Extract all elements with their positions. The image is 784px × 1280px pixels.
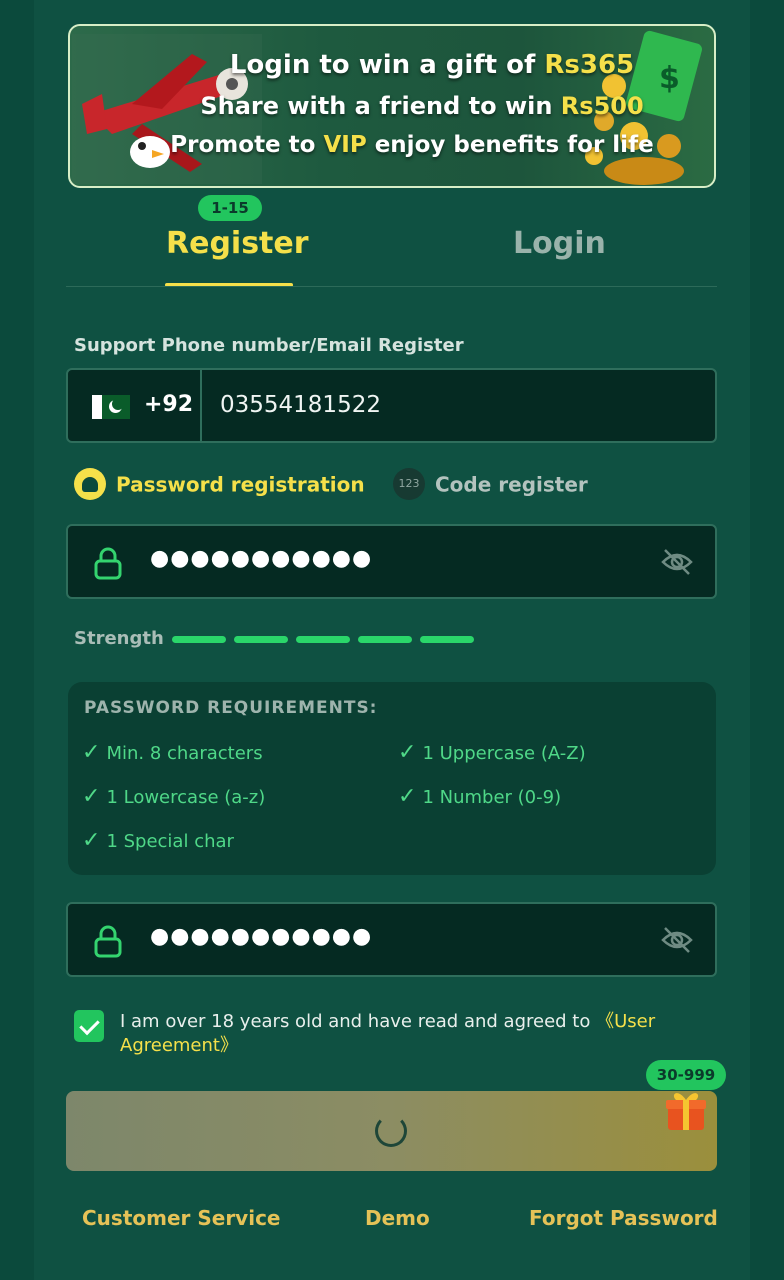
code-register-option[interactable]: 123 Code register — [393, 468, 588, 502]
strength-bar-segment — [234, 636, 288, 643]
requirements-title: PASSWORD REQUIREMENTS: — [84, 698, 378, 718]
demo-link[interactable]: Demo — [365, 1206, 430, 1230]
lock-icon — [94, 547, 122, 580]
confirm-password-field[interactable]: ●●●●●●●●●●● — [66, 902, 717, 977]
phone-field-label: Support Phone number/Email Register — [74, 335, 464, 356]
strength-bar-segment — [358, 636, 412, 643]
country-code: +92 — [144, 392, 194, 417]
password-registration-option[interactable]: Password registration — [74, 468, 365, 502]
agreement-checkbox[interactable] — [74, 1010, 104, 1042]
eye-off-icon[interactable] — [661, 548, 693, 576]
password-requirements-panel: PASSWORD REQUIREMENTS: ✓ Min. 8 character… — [68, 682, 716, 875]
lock-icon — [74, 468, 106, 500]
password-value: ●●●●●●●●●●● — [150, 546, 373, 571]
loading-spinner-icon — [375, 1115, 407, 1147]
requirement-min-chars: ✓ Min. 8 characters — [82, 740, 263, 765]
forgot-password-link[interactable]: Forgot Password — [529, 1206, 718, 1230]
banner-line-vip: Promote to VIP enjoy benefits for life — [170, 132, 654, 158]
pakistan-flag-icon — [92, 395, 130, 419]
password-field[interactable]: ●●●●●●●●●●● — [66, 524, 717, 599]
strength-bar-segment — [420, 636, 474, 643]
tab-register[interactable]: Register — [166, 226, 309, 261]
strength-label: Strength — [74, 628, 164, 649]
phone-field: +92 03554181522 — [66, 368, 717, 443]
register-bonus-badge: 1-15 — [198, 195, 262, 221]
numeric-code-icon: 123 — [393, 468, 425, 500]
banner-line-login-gift: Login to win a gift of Rs365 — [229, 50, 635, 80]
gift-icon — [666, 1093, 706, 1130]
confirm-password-value: ●●●●●●●●●●● — [150, 924, 373, 949]
register-submit-button[interactable] — [66, 1091, 717, 1171]
strength-bar-segment — [296, 636, 350, 643]
customer-service-link[interactable]: Customer Service — [82, 1206, 281, 1230]
tab-divider — [66, 286, 717, 287]
check-icon: ✓ — [82, 740, 101, 765]
country-code-selector[interactable]: +92 — [68, 370, 202, 441]
strength-bar-segment — [172, 636, 226, 643]
phone-input[interactable]: 03554181522 — [220, 392, 620, 418]
lock-icon — [94, 925, 122, 958]
eye-off-icon[interactable] — [661, 926, 693, 954]
promo-banner[interactable]: $ Login to win a gift of Rs365 Share wit… — [68, 24, 716, 188]
requirement-number: ✓ 1 Number (0-9) — [398, 784, 562, 809]
check-icon: ✓ — [82, 828, 101, 853]
check-icon: ✓ — [82, 784, 101, 809]
agreement-text: I am over 18 years old and have read and… — [120, 1011, 656, 1056]
requirement-special: ✓ 1 Special char — [82, 828, 234, 853]
banner-line-share: Share with a friend to win Rs500 — [200, 92, 644, 120]
requirement-uppercase: ✓ 1 Uppercase (A-Z) — [398, 740, 586, 765]
check-icon: ✓ — [398, 740, 417, 765]
check-icon: ✓ — [398, 784, 417, 809]
requirement-lowercase: ✓ 1 Lowercase (a-z) — [82, 784, 266, 809]
tab-login[interactable]: Login — [513, 226, 606, 261]
bonus-badge: 30-999 — [646, 1060, 726, 1090]
